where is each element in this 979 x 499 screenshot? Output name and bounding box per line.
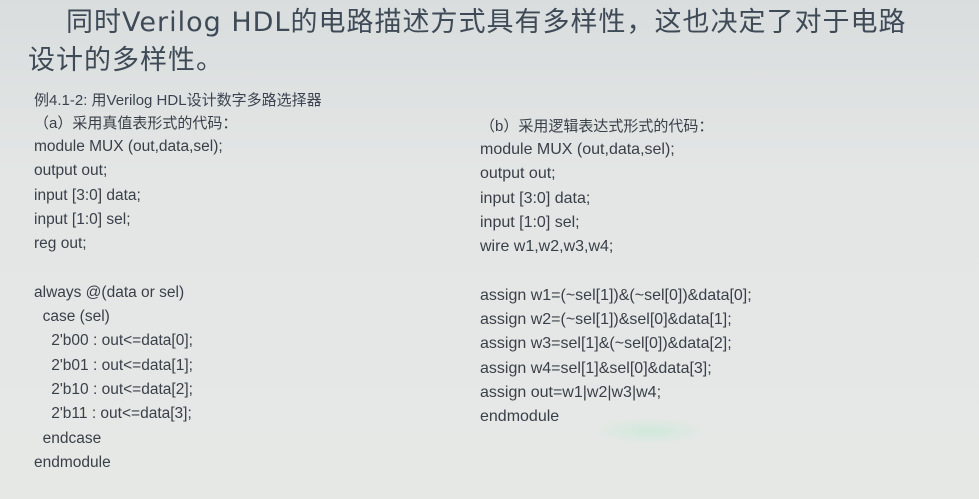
intro-line-2: 设计的多样性。 <box>28 45 224 76</box>
code-line: case (sel) <box>34 308 110 326</box>
code-line: reg out; <box>34 235 87 253</box>
code-line: 2'b11 : out<=data[3]; <box>34 405 192 423</box>
code-line: output out; <box>34 162 108 180</box>
code-line: input [1:0] sel; <box>480 213 580 231</box>
code-line: module MUX (out,data,sel); <box>34 138 223 155</box>
code-line: input [3:0] data; <box>34 186 141 204</box>
truth-table-code-column: （a）采用真值表形式的代码： module MUX (out,data,sel)… <box>34 113 454 475</box>
logic-expression-code-column: （b）采用逻辑表达式形式的代码： module MUX (out,data,se… <box>480 116 960 430</box>
code-line: wire w1,w2,w3,w4; <box>480 238 614 256</box>
logic-expression-code-block: module MUX (out,data,sel); output out; i… <box>480 138 960 430</box>
truth-table-subhead: （a）采用真值表形式的代码： <box>34 115 238 132</box>
code-line: input [1:0] sel; <box>34 210 131 228</box>
code-line: output out; <box>480 165 556 183</box>
code-line: always @(data or sel) <box>34 283 185 301</box>
code-line: endmodule <box>34 453 111 471</box>
code-line: module MUX (out,data,sel); <box>480 141 675 158</box>
truth-table-code-block: module MUX (out,data,sel); output out; i… <box>34 135 454 475</box>
code-line: 2'b00 : out<=data[0]; <box>34 332 193 350</box>
code-line: assign w1=(~sel[1])&(~sel[0])&data[0]; <box>480 286 752 304</box>
code-line: assign w2=(~sel[1])&sel[0]&data[1]; <box>480 311 732 329</box>
intro-line-1: 同时Verilog HDL的电路描述方式具有多样性，这也决定了对于电路 <box>66 7 907 38</box>
code-line: 2'b01 : out<=data[1]; <box>34 356 193 374</box>
code-line: 2'b10 : out<=data[2]; <box>34 380 193 398</box>
code-line: input [3:0] data; <box>480 189 591 207</box>
example-title: 例4.1-2: 用Verilog HDL设计数字多路选择器 <box>34 92 322 109</box>
intro-paragraph: 同时Verilog HDL的电路描述方式具有多样性，这也决定了对于电路 设计的多… <box>28 4 973 80</box>
slide: 同时Verilog HDL的电路描述方式具有多样性，这也决定了对于电路 设计的多… <box>0 0 979 499</box>
code-line: endmodule <box>480 408 560 426</box>
code-line: assign out=w1|w2|w3|w4; <box>480 383 662 401</box>
logic-expression-subhead: （b）采用逻辑表达式形式的代码： <box>480 118 714 135</box>
code-line: endcase <box>34 429 102 447</box>
code-line: assign w4=sel[1]&sel[0]&data[3]; <box>480 359 712 377</box>
code-line: assign w3=sel[1]&(~sel[0])&data[2]; <box>480 335 732 353</box>
